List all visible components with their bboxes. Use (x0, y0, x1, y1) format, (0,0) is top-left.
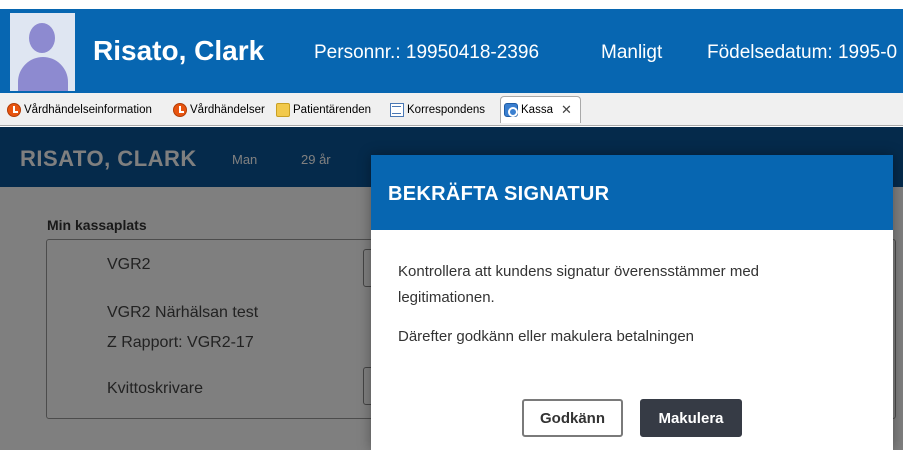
patient-header: Risato, Clark Personnr.: 19950418-2396 M… (0, 9, 903, 93)
kassa-icon (504, 103, 518, 117)
tab-label: Patientärenden (293, 104, 372, 116)
patient-birthdate: Födelsedatum: 1995-0 (707, 42, 898, 63)
dialog-instruction: Därefter godkänn eller makulera betalnin… (398, 328, 695, 345)
dialog-title: BEKRÄFTA SIGNATUR (388, 183, 610, 205)
clock-icon (173, 103, 187, 117)
dialog-message: Kontrollera att kundens signatur överens… (398, 263, 760, 306)
patient-name: Risato, Clark (93, 35, 265, 66)
tab-patientarenden[interactable]: Patientärenden (276, 99, 371, 121)
tab-label: Vårdhändelser (190, 104, 265, 116)
mail-icon (390, 103, 404, 117)
tab-label: Vårdhändelseinformation (24, 104, 152, 116)
tab-label: Kassa (521, 104, 553, 116)
tab-strip: Vårdhändelseinformation Vårdhändelser Pa… (0, 93, 903, 126)
tab-vardhandelseinformation[interactable]: Vårdhändelseinformation (7, 99, 152, 121)
avatar-body (18, 57, 68, 91)
cancel-payment-button[interactable]: Makulera (640, 399, 742, 437)
confirm-signature-dialog: BEKRÄFTA SIGNATUR Kontrollera att kunden… (371, 155, 893, 450)
close-icon[interactable]: ✕ (561, 102, 572, 118)
clock-icon (7, 103, 21, 117)
folder-icon (276, 103, 290, 117)
tab-label: Korrespondens (407, 104, 485, 116)
tab-kassa[interactable]: Kassa ✕ (500, 96, 581, 123)
approve-button[interactable]: Godkänn (522, 399, 623, 437)
patient-personnr: Personnr.: 19950418-2396 (314, 42, 540, 63)
tab-korrespondens[interactable]: Korrespondens (390, 99, 485, 121)
patient-gender: Manligt (601, 42, 663, 63)
app-window: Risato, Clark Personnr.: 19950418-2396 M… (0, 0, 903, 450)
dialog-header: BEKRÄFTA SIGNATUR (371, 155, 893, 230)
avatar-head (29, 23, 55, 53)
tab-vardhandelser[interactable]: Vårdhändelser (173, 99, 265, 121)
avatar (10, 13, 75, 91)
